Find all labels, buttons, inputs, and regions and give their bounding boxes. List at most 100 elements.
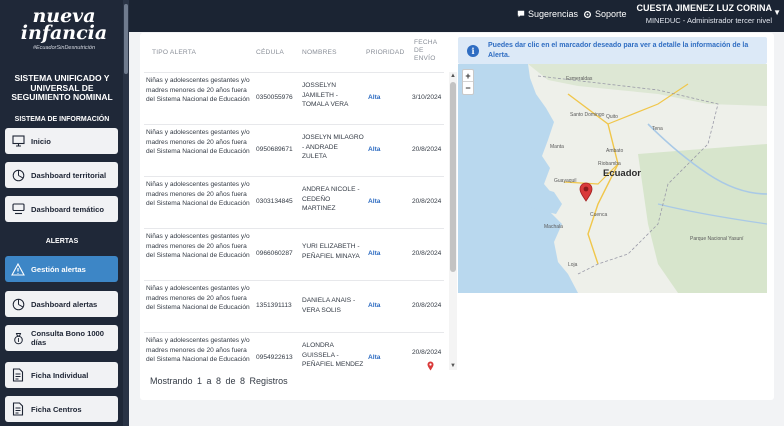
records-summary: Mostrando 1 a 8 de 8 Registros (150, 376, 288, 386)
cell-nombres: JOSELYN MILAGRO - ANDRADE ZULETA (302, 134, 364, 160)
cell-tipo-alerta: Niñas y adolescentes gestantes y/o madre… (146, 77, 250, 103)
scroll-up-icon[interactable]: ▲ (449, 72, 457, 80)
sidebar-item-label: Dashboard temático (31, 204, 105, 214)
zoom-in-button[interactable]: + (463, 70, 473, 82)
monitor-icon (11, 134, 25, 148)
header-cedula: CÉDULA (256, 49, 284, 56)
sidebar: nueva infancia #EcuadorSinDesnutrición S… (0, 0, 129, 426)
cell-tipo-alerta: Niñas y adolescentes gestantes y/o madre… (146, 233, 250, 259)
map-label-city: Parque Nacional Yasuní (690, 236, 744, 242)
logo: nueva infancia #EcuadorSinDesnutrición (14, 7, 114, 66)
cell-prioridad: Alta (368, 94, 381, 101)
cell-cedula: 0303134845 (256, 198, 293, 205)
sidebar-item-label: Ficha Individual (31, 370, 89, 380)
cell-fecha: 20/8/2024 (412, 302, 442, 309)
table-row[interactable]: Niñas y adolescentes gestantes y/o madre… (144, 280, 444, 332)
sidebar-item-dashboard-territorial[interactable]: Dashboard territorial (5, 162, 118, 188)
header-tipo-alerta: TIPO ALERTA (152, 49, 197, 56)
map[interactable]: Esmeraldas Santo Domingo Quito Manta Amb… (458, 64, 767, 293)
sidebar-item-inicio[interactable]: Inicio (5, 128, 118, 154)
cell-fecha: 20/8/2024 (412, 349, 442, 356)
map-label-country: Ecuador (603, 168, 642, 179)
sidebar-item-label: Ficha Centros (31, 404, 82, 414)
document-icon (11, 402, 25, 416)
zoom-out-button[interactable]: − (463, 82, 473, 94)
cell-tipo-alerta: Niñas y adolescentes gestantes y/o madre… (146, 285, 250, 311)
sidebar-item-ficha-individual[interactable]: Ficha Individual (5, 362, 118, 388)
map-label-city: Ambato (606, 148, 624, 154)
gear-icon (583, 10, 592, 18)
sidebar-item-label: Gestión alertas (31, 264, 86, 274)
table-row[interactable]: Niñas y adolescentes gestantes y/o madre… (144, 228, 444, 280)
table-row[interactable]: Niñas y adolescentes gestantes y/o madre… (144, 176, 444, 228)
scroll-thumb[interactable] (450, 82, 456, 272)
sidebar-item-label: Dashboard alertas (31, 299, 98, 309)
map-label-city: Loja (568, 262, 578, 268)
cell-tipo-alerta: Niñas y adolescentes gestantes y/o madre… (146, 129, 250, 155)
section-info-title: SISTEMA DE INFORMACIÓN (14, 116, 110, 123)
sidebar-item-consulta-bono[interactable]: Consulta Bono 1000 días (5, 325, 118, 351)
cell-cedula: 1351391113 (256, 302, 292, 309)
header-nombres: NOMBRES (302, 49, 337, 56)
chevron-down-icon[interactable]: ▼ (773, 8, 781, 17)
info-icon: i (467, 45, 479, 57)
cell-prioridad: Alta (368, 302, 381, 309)
table-header: TIPO ALERTA CÉDULA NOMBRES PRIORIDAD FEC… (144, 37, 451, 72)
sidebar-item-label: Dashboard territorial (31, 170, 107, 180)
map-label-city: Santo Domingo (570, 112, 605, 118)
support-link[interactable]: Soporte (583, 9, 627, 19)
cell-prioridad: Alta (368, 250, 381, 257)
user-role: MINEDUC - Administrador tercer nivel (645, 16, 772, 25)
table-scrollbar[interactable]: ▲ ▼ (449, 72, 457, 370)
money-bag-icon (11, 331, 25, 345)
suggestions-label: Sugerencias (528, 9, 579, 19)
display-icon (11, 202, 25, 216)
system-title: SISTEMA UNIFICADO Y UNIVERSAL DE SEGUIMI… (11, 73, 113, 102)
sidebar-item-gestion-alertas[interactable]: Gestión alertas (5, 256, 118, 282)
support-label: Soporte (595, 9, 627, 19)
info-banner: i Puedes dar clic en el marcador deseado… (458, 37, 767, 64)
map-label-city: Cuenca (590, 212, 608, 218)
table-row[interactable]: Niñas y adolescentes gestantes y/o madre… (144, 124, 444, 176)
user-name: CUESTA JIMENEZ LUZ CORINA (636, 3, 772, 13)
map-marker-icon[interactable] (427, 358, 434, 376)
map-marker-icon[interactable] (579, 182, 593, 202)
map-label-city: Esmeraldas (566, 76, 593, 82)
alert-triangle-icon (11, 262, 25, 276)
info-text: Puedes dar clic en el marcador deseado p… (488, 42, 749, 59)
header-prioridad: PRIORIDAD (366, 49, 405, 56)
logo-tagline: #EcuadorSinDesnutrición (32, 45, 96, 51)
section-alerts-title: ALERTAS (45, 238, 79, 245)
suggestions-link[interactable]: Sugerencias (517, 9, 578, 19)
cell-prioridad: Alta (368, 198, 381, 205)
cell-nombres: DANIELA ANAIS - VERA SOLIS (302, 297, 356, 314)
map-label-city: Riobamba (598, 161, 621, 167)
document-icon (11, 368, 25, 382)
map-zoom-control: + − (462, 69, 474, 95)
table-row[interactable]: Niñas y adolescentes gestantes y/o madre… (144, 72, 444, 124)
cell-cedula: 0954922613 (256, 354, 293, 361)
cell-nombres: ANDREA NICOLE - CEDEÑO MARTINEZ (302, 186, 360, 212)
map-label-city: Machala (544, 224, 563, 230)
sidebar-item-dashboard-tematico[interactable]: Dashboard temático (5, 196, 118, 222)
table-row[interactable]: Niñas y adolescentes gestantes y/o madre… (144, 332, 444, 370)
pie-chart-icon (11, 297, 25, 311)
sidebar-item-label: Consulta Bono 1000 días (31, 329, 104, 347)
sidebar-scrollbar[interactable] (123, 0, 129, 426)
cell-prioridad: Alta (368, 354, 381, 361)
sidebar-item-ficha-centros[interactable]: Ficha Centros (5, 396, 118, 422)
cell-tipo-alerta: Niñas y adolescentes gestantes y/o madre… (146, 337, 250, 363)
cell-prioridad: Alta (368, 146, 381, 153)
cell-nombres: ALONDRA GUISSELA - PEÑAFIEL MENDEZ (302, 342, 364, 368)
sidebar-item-label: Inicio (31, 136, 51, 146)
sidebar-item-dashboard-alertas[interactable]: Dashboard alertas (5, 291, 118, 317)
cell-fecha: 20/8/2024 (412, 198, 442, 205)
scroll-down-icon[interactable]: ▼ (449, 362, 457, 370)
cell-cedula: 0950689671 (256, 146, 293, 153)
map-label-city: Manta (550, 144, 564, 150)
pie-chart-icon (11, 168, 25, 182)
chat-bubble-icon (517, 10, 525, 18)
cell-nombres: YURI ELIZABETH - PEÑAFIEL MINAYA (302, 243, 360, 260)
cell-fecha: 20/8/2024 (412, 146, 442, 153)
logo-word-2: infancia (20, 22, 108, 44)
